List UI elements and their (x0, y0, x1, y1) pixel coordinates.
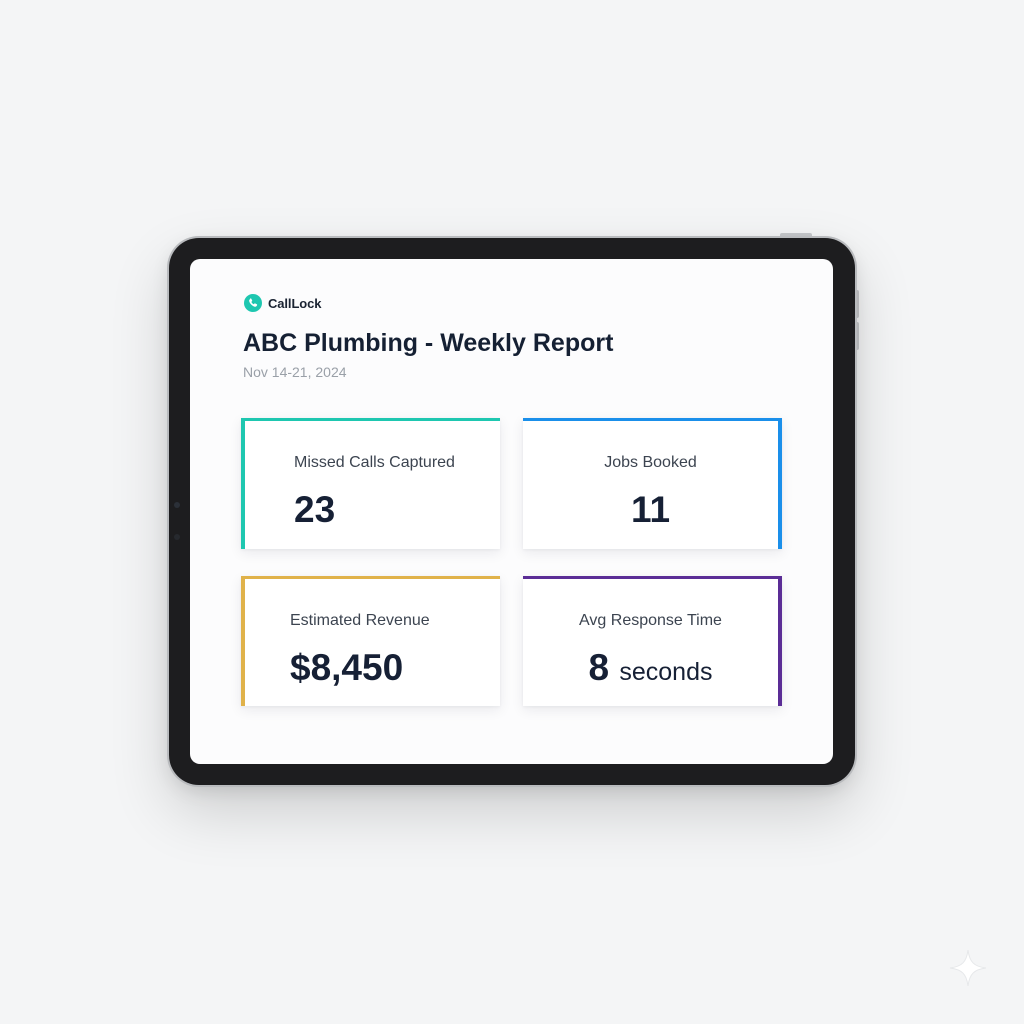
metric-card-missed-calls[interactable]: Missed Calls Captured 23 (241, 418, 500, 549)
sparkle-icon (949, 949, 987, 987)
volume-down-button (855, 322, 859, 350)
metric-value: 23 (294, 489, 336, 530)
volume-up-button (855, 290, 859, 318)
metric-card-estimated-revenue[interactable]: Estimated Revenue $8,450 (241, 576, 500, 706)
brand-logo[interactable]: CallLock (243, 293, 321, 313)
metric-value: $8,450 (290, 647, 404, 688)
metric-value-group: 8 seconds (523, 647, 778, 689)
metric-label: Missed Calls Captured (294, 454, 455, 471)
metric-value: 8 (588, 647, 610, 688)
metric-unit: seconds (619, 658, 713, 686)
phone-icon (244, 294, 262, 312)
metric-label: Jobs Booked (604, 454, 697, 471)
stage: CallLock ABC Plumbing - Weekly Report No… (0, 0, 1024, 1024)
page-title: ABC Plumbing - Weekly Report (243, 329, 614, 357)
camera-sensor (174, 534, 180, 540)
metric-value: 11 (630, 489, 671, 530)
metric-card-jobs-booked[interactable]: Jobs Booked 11 (523, 418, 782, 549)
brand-name: CallLock (268, 295, 322, 311)
metric-label: Estimated Revenue (290, 612, 430, 629)
metric-label: Avg Response Time (579, 612, 722, 629)
date-range: Nov 14-21, 2024 (243, 364, 347, 380)
front-camera (174, 502, 180, 508)
report-screen: CallLock ABC Plumbing - Weekly Report No… (190, 259, 833, 764)
metric-card-avg-response-time[interactable]: Avg Response Time 8 seconds (523, 576, 782, 706)
